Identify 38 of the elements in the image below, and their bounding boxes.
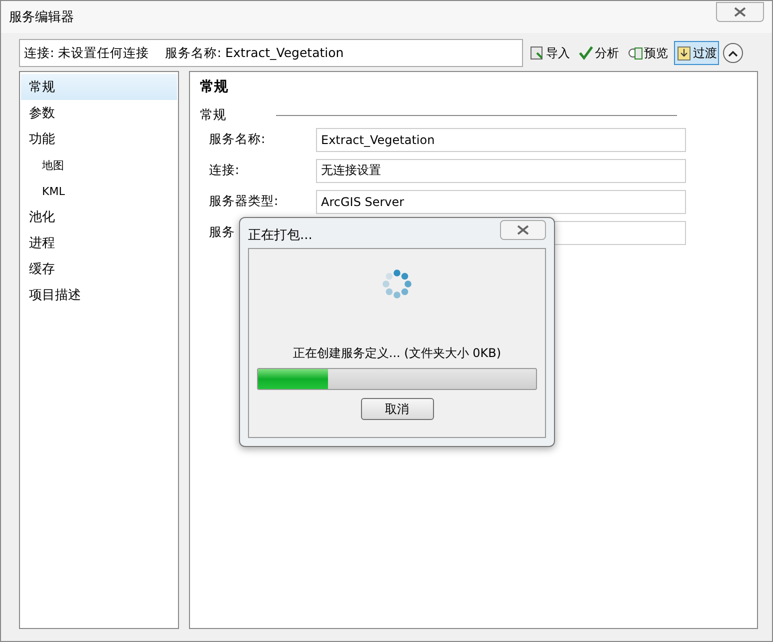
field-label: 服务名称:: [209, 131, 266, 146]
close-button[interactable]: [500, 220, 546, 240]
document-icon: [676, 45, 692, 61]
import-icon: [529, 45, 545, 61]
tree-item[interactable]: 进程: [21, 230, 177, 256]
preview-icon: [627, 45, 643, 61]
toolbar-button[interactable]: 导入: [527, 41, 572, 65]
input-field[interactable]: 无连接设置: [316, 158, 686, 182]
section-label: 常规: [200, 107, 226, 124]
status-text: 正在创建服务定义... (文件夹大小 0KB): [292, 345, 502, 362]
field-label: 服务: [209, 224, 235, 239]
close-button[interactable]: [716, 2, 764, 22]
tree-item[interactable]: KML: [21, 178, 177, 204]
tree-item[interactable]: 常规: [21, 74, 177, 100]
toolbar-button[interactable]: 过渡: [674, 41, 719, 65]
check-icon: [578, 45, 594, 61]
toolbar-button[interactable]: 分析: [576, 41, 621, 65]
window-title: 服务编辑器: [9, 9, 74, 26]
info-bar: 连接: 未设置任何连接 服务名称: Extract_Vegetation: [19, 39, 523, 67]
page-heading: 常规: [200, 78, 229, 96]
input-field[interactable]: Extract_Vegetation: [316, 128, 686, 152]
spinner-icon: [382, 269, 412, 299]
collapse-button[interactable]: [723, 43, 743, 63]
input-field[interactable]: ArcGIS Server: [316, 190, 686, 214]
close-icon: [517, 225, 529, 235]
chevron-up-icon: [728, 50, 738, 56]
tree-item[interactable]: 池化: [21, 204, 177, 230]
tree-item[interactable]: 参数: [21, 100, 177, 126]
tree-item[interactable]: 地图: [21, 152, 177, 178]
cancel-button[interactable]: 取消: [360, 398, 434, 420]
field-label: 连接:: [209, 162, 240, 177]
toolbar-button[interactable]: 预览: [625, 41, 670, 65]
close-icon: [734, 7, 746, 17]
tree-item[interactable]: 功能: [21, 126, 177, 152]
tree-item[interactable]: 缓存: [21, 256, 177, 282]
dialog-title: 正在打包...: [248, 227, 312, 244]
field-label: 服务器类型:: [209, 193, 278, 208]
tree-item[interactable]: 项目描述: [21, 282, 177, 308]
